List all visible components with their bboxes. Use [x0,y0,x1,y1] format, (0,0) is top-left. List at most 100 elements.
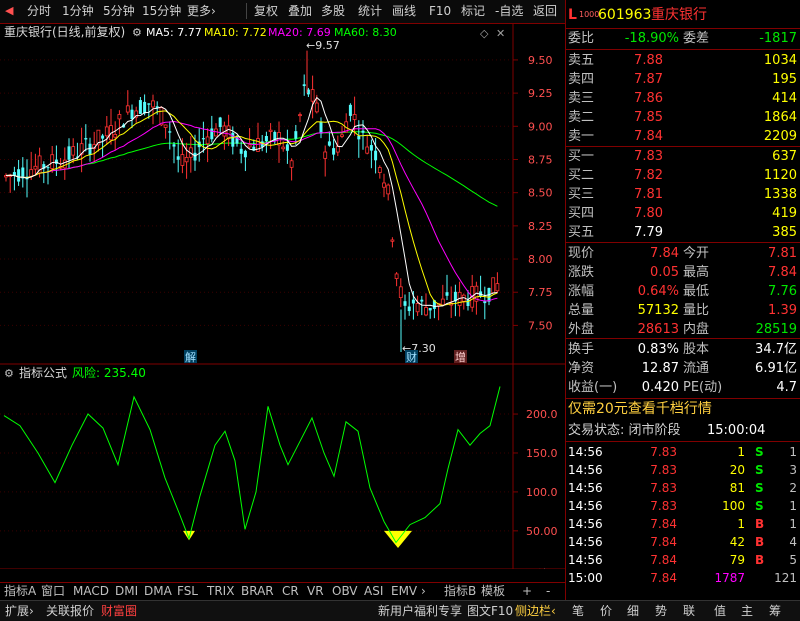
candle-body [377,167,382,173]
tab-indicator-b[interactable]: 指标B [444,584,476,599]
new-user-promo[interactable]: 新用户福利专享 [378,603,462,619]
bid-price: 7.82 [634,168,663,183]
tab-intraday[interactable]: 分时 [27,3,51,19]
candle-body [239,148,243,154]
tab-asi[interactable]: ASI [364,584,383,599]
bid-row[interactable]: 买五 7.79 385 [566,223,800,242]
mark-button[interactable]: 标记 [461,3,485,19]
linked-icon[interactable]: 联 [683,603,695,619]
candle-body [268,129,273,132]
close-icon[interactable]: ✕ [496,27,505,40]
candle-body [113,134,118,138]
indicator-tick-label: 100.0 [526,486,558,499]
fine-detail-icon[interactable]: 细 [627,603,639,619]
tab-dma[interactable]: DMA [144,584,172,599]
tab-trix[interactable]: TRIX [207,584,234,599]
settings-icon[interactable]: ⚙ [132,26,142,39]
related-quotes-button[interactable]: 关联报价 [46,603,94,619]
statistics-button[interactable]: 统计 [358,3,382,19]
tab-1min[interactable]: 1分钟 [62,3,94,19]
candle-body [180,154,185,166]
fundamental-row: 换手 0.83% 股本 34.7亿 [568,342,797,357]
ask-volume: 414 [772,91,797,106]
tab-macd[interactable]: MACD [73,584,109,599]
tab-indicator-a[interactable]: 指标A [4,584,36,599]
candle-body [357,135,361,140]
watchlist-remove-button[interactable]: -自选 [495,3,523,19]
period-label[interactable]: 日线 [525,568,549,569]
tab-dmi[interactable]: DMI [115,584,138,599]
tab-15min[interactable]: 15分钟 [142,3,181,19]
multi-stock-button[interactable]: 多股 [321,3,345,19]
sidebar-toggle-button[interactable]: 侧边栏‹ [515,603,556,619]
draw-line-button[interactable]: 画线 [392,3,416,19]
bid-row[interactable]: 买一 7.83 637 [566,147,800,166]
value-icon[interactable]: 值 [714,603,726,619]
overlay-button[interactable]: 叠加 [288,3,312,19]
bid-price: 7.80 [634,206,663,221]
tab-emv[interactable]: EMV [391,584,417,599]
candle-body [382,182,386,188]
price-detail-icon[interactable]: 价 [600,603,612,619]
wealth-circle-button[interactable]: 财富圈 [101,603,137,619]
ask-row[interactable]: 卖二 7.85 1864 [566,108,800,127]
candle-body [314,102,319,113]
price-tick-label: 9.00 [528,120,553,133]
main-force-icon[interactable]: 主 [741,603,753,619]
remove-window-button[interactable]: - [546,584,550,599]
tab-vr[interactable]: VR [307,584,324,599]
price-tick-label: 8.25 [528,220,553,233]
trend-icon[interactable]: 势 [655,603,667,619]
candle-body [264,135,268,142]
price-tick-label: 8.50 [528,187,553,200]
chips-icon[interactable]: 筹 [769,603,781,619]
candle-body [159,107,164,126]
ask-volume: 2209 [763,129,797,144]
candle-body [340,134,344,137]
bid-volume: 1338 [763,187,797,202]
diamond-icon[interactable]: ◇ [480,27,489,40]
price-tick-label: 9.50 [528,54,553,67]
ask-row[interactable]: 卖三 7.86 414 [566,89,800,108]
ask-row[interactable]: 卖一 7.84 2209 [566,127,800,146]
tab-template[interactable]: 模板 [481,584,505,599]
expand-button[interactable]: 扩展› [5,603,34,619]
order-diff: -1817 [759,31,797,46]
tab-cr[interactable]: CR [282,584,299,599]
back-button[interactable]: 返回 [533,3,557,19]
add-window-button[interactable]: + [522,584,532,599]
tick-row: 14:56 7.83 81 S 2 [568,481,797,495]
tab-fsl[interactable]: FSL [177,584,198,599]
tick-row: 14:56 7.83 1 S 1 [568,445,797,459]
candle-body [323,151,328,159]
collapse-icon[interactable]: ◀ [5,3,13,19]
ask-row[interactable]: 卖四 7.87 195 [566,70,800,89]
indicator-menu-icon[interactable]: ⚙ [4,367,14,380]
bid-row[interactable]: 买二 7.82 1120 [566,166,800,185]
event-marker-unlock[interactable]: 解 [185,350,196,364]
tab-5min[interactable]: 5分钟 [103,3,135,19]
candle-body [327,141,331,146]
candle-body [218,117,222,127]
candle-body [50,154,55,169]
level2-promo[interactable]: 仅需20元查看千档行情 [566,400,800,419]
kline-chart[interactable]: 9.50 9.25 9.00 8.75 8.50 8.25 8.00 7.75 7.50 200… [0,24,565,569]
event-marker-finance[interactable]: 财 [406,350,417,364]
risk-indicator-line [3,386,501,544]
bid-row[interactable]: 买三 7.81 1338 [566,185,800,204]
more-periods-button[interactable]: 更多› [187,3,216,19]
tabs-more-icon[interactable]: › [421,584,426,599]
ask-price: 7.86 [634,91,663,106]
ask-row[interactable]: 卖五 7.88 1034 [566,51,800,70]
bid-row[interactable]: 买四 7.80 419 [566,204,800,223]
tick-detail-icon[interactable]: 笔 [572,603,584,619]
candle-body [289,160,294,168]
tab-obv[interactable]: OBV [332,584,358,599]
event-marker-increase[interactable]: 增 [455,350,466,364]
tab-brar[interactable]: BRAR [241,584,274,599]
f10-button[interactable]: F10 [429,3,451,19]
candle-body [398,286,403,298]
tab-window[interactable]: 窗口 [41,584,65,599]
restore-rights-button[interactable]: 复权 [254,3,278,19]
graphic-f10-button[interactable]: 图文F10 [467,603,513,619]
